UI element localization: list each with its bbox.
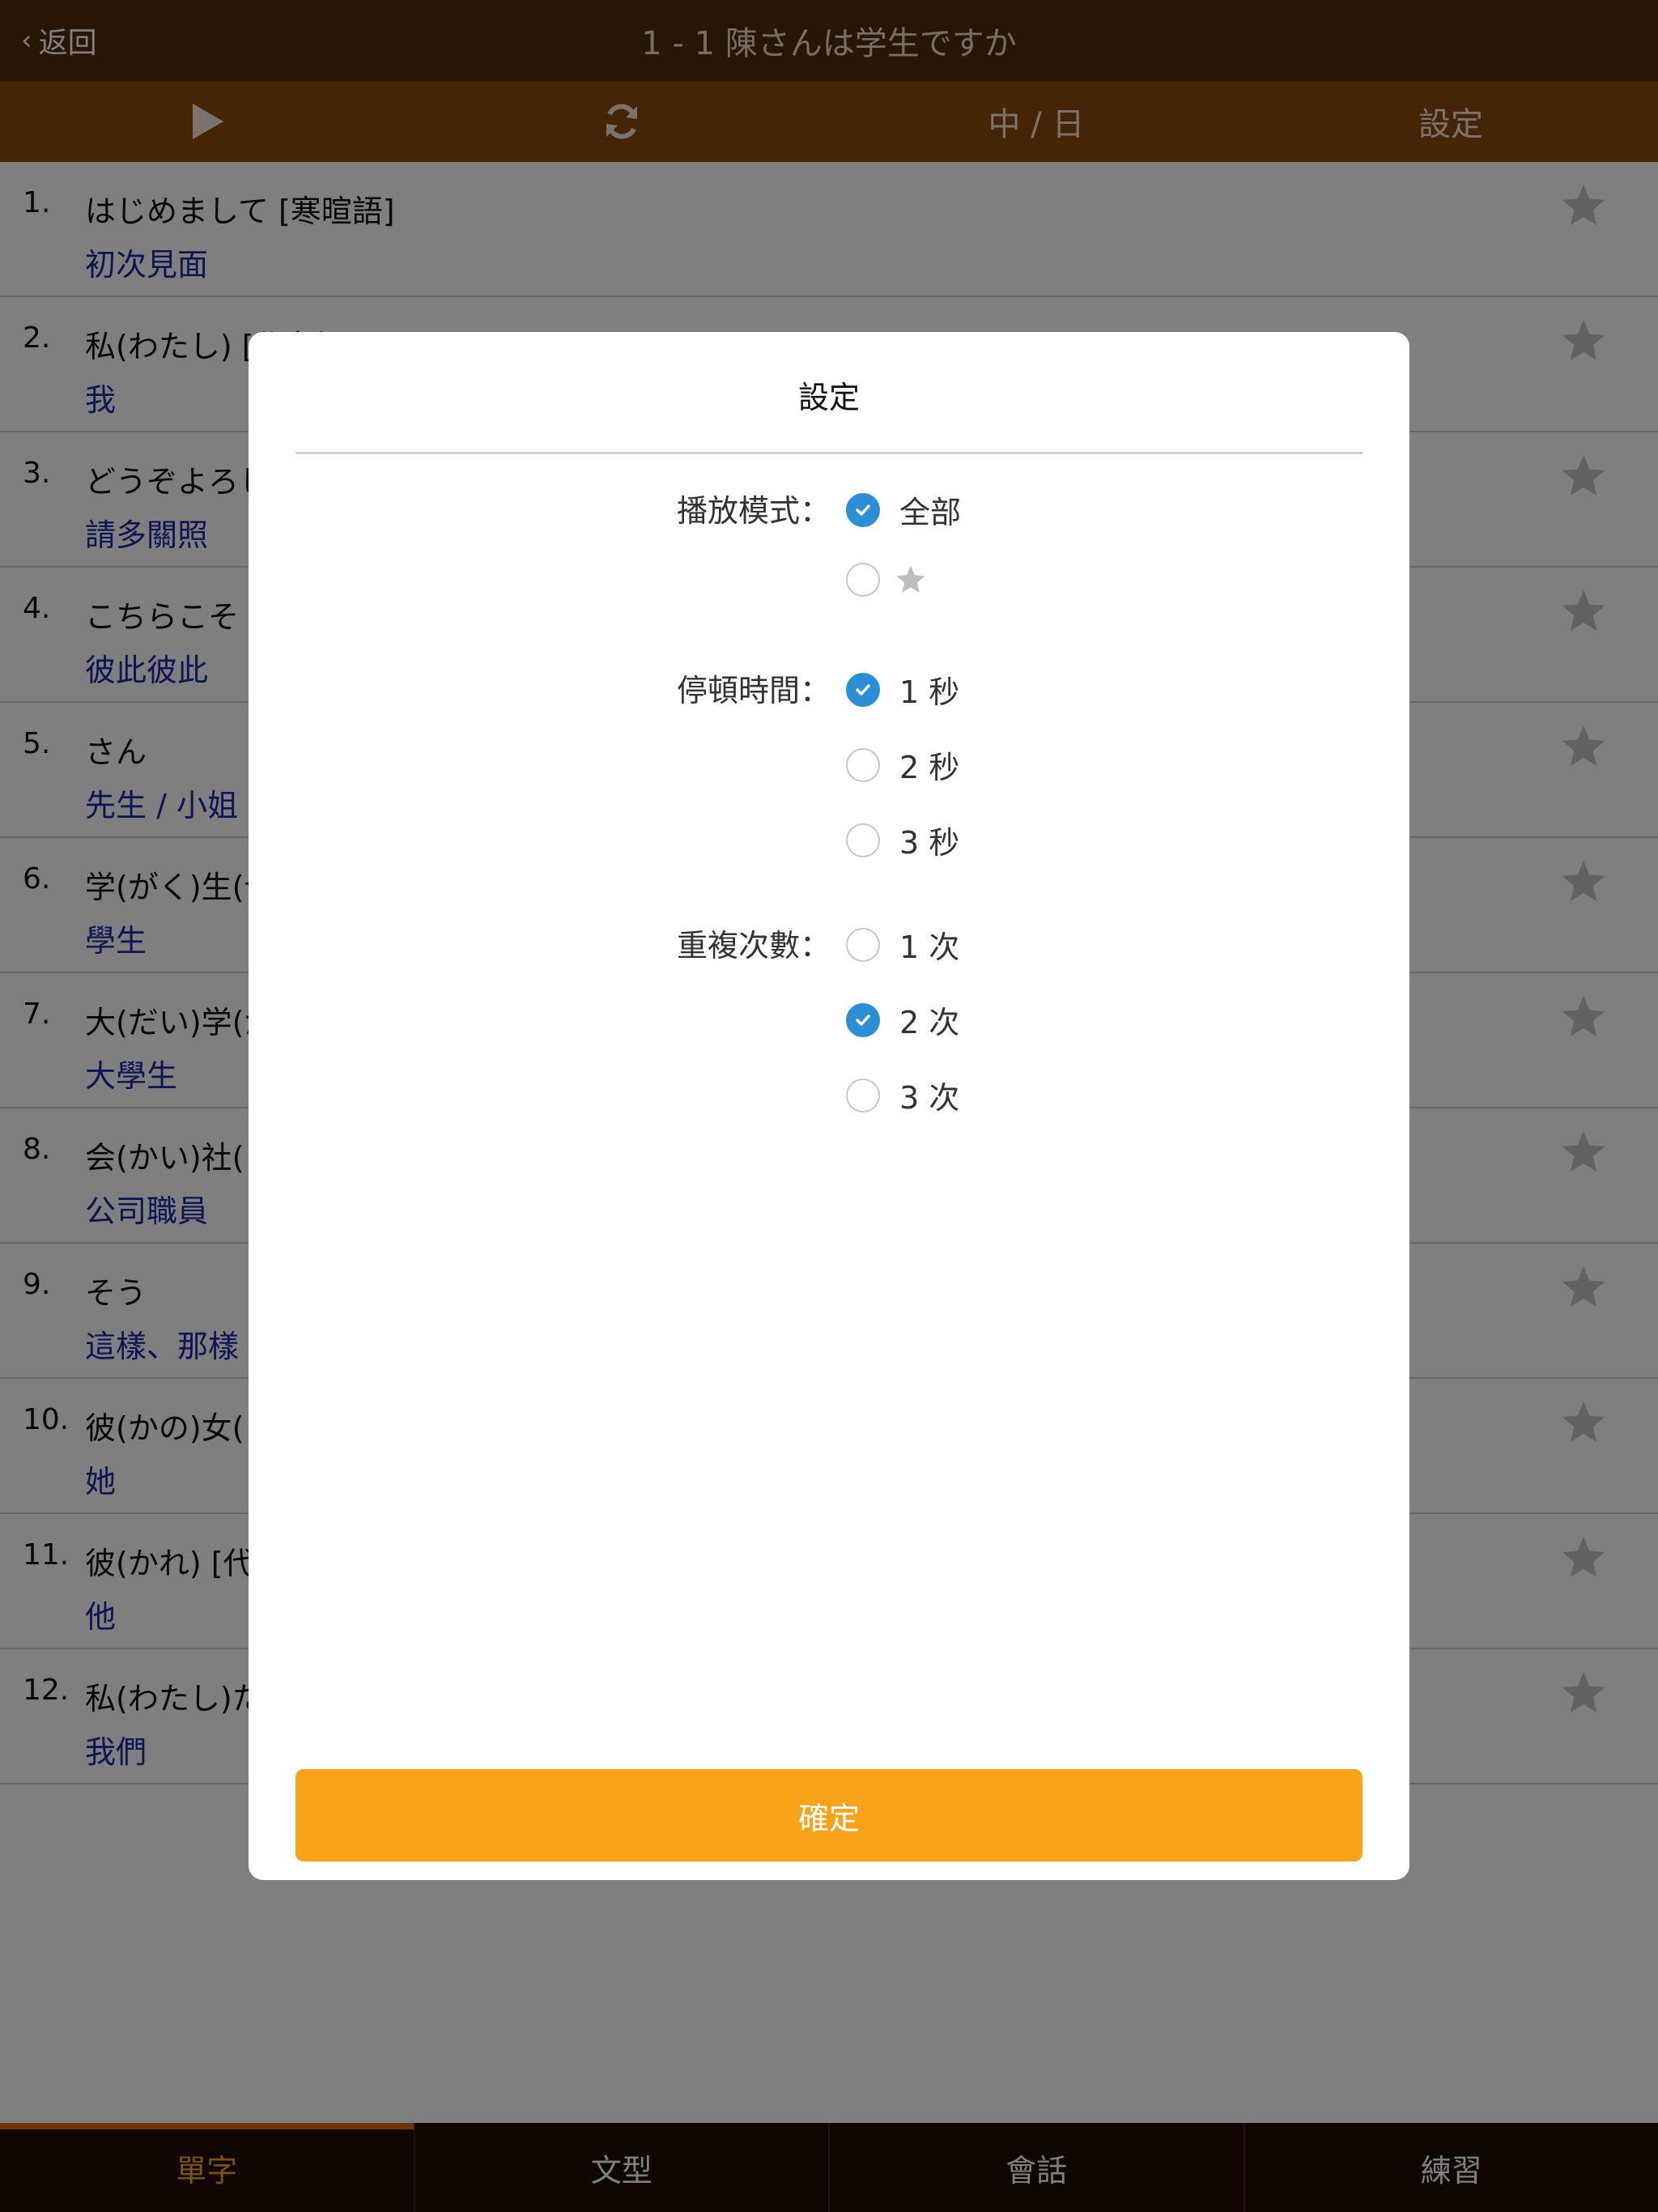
play-mode-option-starred[interactable] (846, 563, 927, 597)
pause-time-option-3[interactable]: 3 秒 (846, 818, 959, 862)
repeat-count-option-2[interactable]: 2 次 (846, 998, 959, 1042)
pause-time-label: 停頓時間： (676, 673, 831, 708)
repeat-count-option-1[interactable]: 1 次 (846, 922, 959, 967)
option-label: 3 次 (899, 1080, 960, 1116)
radio-checked[interactable] (846, 492, 880, 527)
check-icon (856, 683, 870, 696)
radio-checked[interactable] (846, 672, 880, 707)
check-icon (856, 504, 870, 516)
option-label: 2 秒 (899, 750, 960, 785)
option-label: 1 次 (899, 929, 960, 965)
app-screen: ‹ 返回 1 - 1 陳さんは学生ですか 中 / 日 設定 1. はじめまして … (0, 0, 1658, 2212)
settings-dialog: 設定 播放模式： 全部 停頓時間： 1 秒 2 秒 3 秒 重複次數： 1 次 … (249, 332, 1409, 1880)
radio-unchecked[interactable] (846, 823, 880, 857)
repeat-count-option-3[interactable]: 3 次 (846, 1073, 959, 1117)
play-mode-label: 播放模式： (676, 493, 831, 529)
repeat-count-label: 重複次數： (676, 928, 831, 963)
check-icon (856, 1014, 870, 1026)
radio-unchecked[interactable] (846, 1078, 880, 1112)
pause-time-option-2[interactable]: 2 秒 (846, 742, 959, 787)
play-mode-option-all[interactable]: 全部 (846, 487, 961, 532)
option-label: 3 秒 (899, 825, 960, 861)
dialog-title: 設定 (797, 380, 860, 415)
pause-time-option-1[interactable]: 1 秒 (846, 667, 959, 712)
option-label: 2 次 (899, 1005, 960, 1040)
star-icon (896, 565, 925, 593)
option-label: 全部 (899, 495, 962, 530)
divider (295, 452, 1363, 454)
option-label: 1 秒 (899, 674, 960, 710)
radio-checked[interactable] (846, 1002, 880, 1037)
radio-unchecked[interactable] (846, 563, 880, 597)
radio-unchecked[interactable] (846, 747, 880, 782)
confirm-button[interactable]: 確定 (295, 1769, 1363, 1861)
radio-unchecked[interactable] (846, 927, 880, 962)
